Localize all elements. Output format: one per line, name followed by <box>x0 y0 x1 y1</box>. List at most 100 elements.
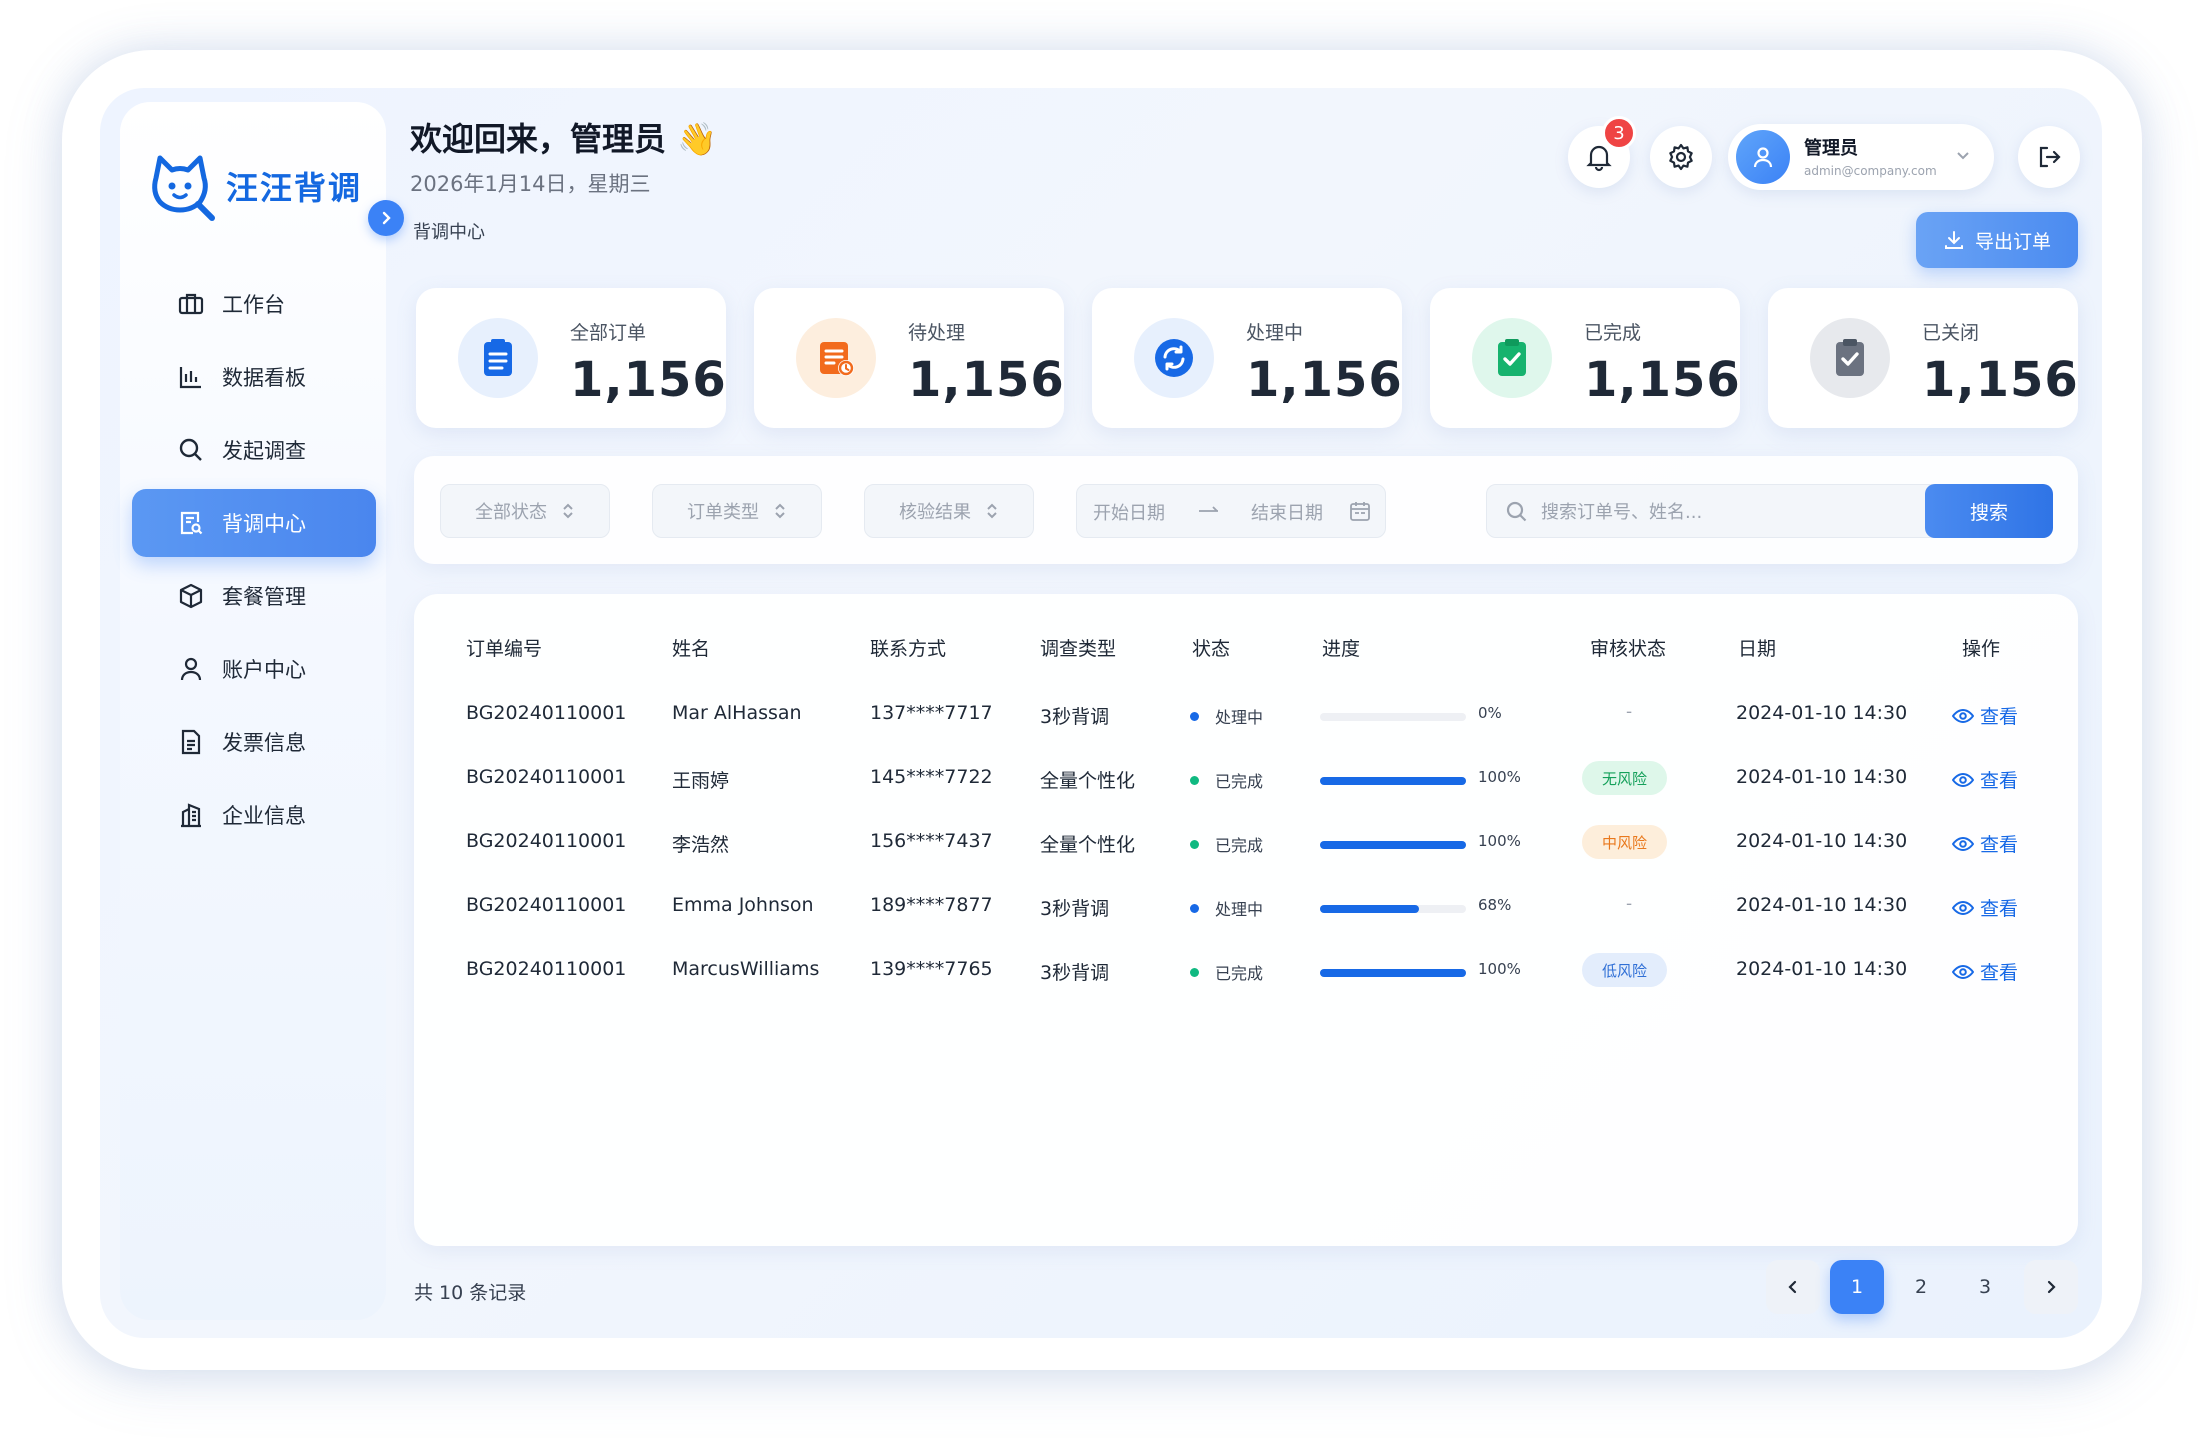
sidebar-item-label: 账户中心 <box>222 658 306 682</box>
end-date-field[interactable]: 结束日期 <box>1251 499 1323 525</box>
search-input[interactable] <box>1541 497 1841 527</box>
view-link[interactable]: 查看 <box>1952 894 2018 921</box>
col-header-order-id[interactable]: 订单编号 <box>466 634 542 661</box>
filter-bar: 全部状态 订单类型 核验结果 开始日期 结束日期 搜索 <box>414 456 2078 564</box>
page-button-2[interactable]: 2 <box>1894 1260 1948 1314</box>
sidebar-item-label: 数据看板 <box>222 366 306 390</box>
breadcrumb[interactable]: 背调中心 <box>413 218 485 244</box>
stat-value: 1,156 <box>908 352 1065 408</box>
col-header-status[interactable]: 状态 <box>1192 634 1230 661</box>
status-dot <box>1190 967 1199 977</box>
chevron-right-icon <box>2047 1280 2056 1294</box>
col-header-contact[interactable]: 联系方式 <box>870 634 946 661</box>
stat-card-pending[interactable]: 待处理 1,156 <box>754 288 1064 428</box>
sidebar-toggle-button[interactable] <box>368 200 404 236</box>
table-row[interactable]: BG20240110001 Mar AlHassan 137****7717 3… <box>414 682 2078 746</box>
view-label: 查看 <box>1980 834 2019 856</box>
next-page-button[interactable] <box>2024 1260 2078 1314</box>
sidebar-item-check-center[interactable]: 背调中心 <box>132 489 376 557</box>
sidebar-item-label: 发起调查 <box>222 439 306 463</box>
check-type: 3秒背调 <box>1040 706 1110 728</box>
logout-button[interactable] <box>2018 126 2080 188</box>
view-link[interactable]: 查看 <box>1952 766 2018 793</box>
sidebar-item-packages[interactable]: 套餐管理 <box>132 562 376 630</box>
notification-badge: 3 <box>1602 116 1636 150</box>
start-date-field[interactable]: 开始日期 <box>1093 499 1165 525</box>
search-button[interactable]: 搜索 <box>1925 484 2053 538</box>
progress-bar <box>1320 841 1466 849</box>
status-select[interactable]: 全部状态 <box>440 484 610 538</box>
view-label: 查看 <box>1980 770 2019 792</box>
progress-bar <box>1320 905 1466 913</box>
col-header-progress[interactable]: 进度 <box>1322 634 1360 661</box>
progress-label: 100% <box>1478 960 1521 978</box>
sidebar-item-invoice[interactable]: 发票信息 <box>132 708 376 776</box>
table-row[interactable]: BG20240110001 Emma Johnson 189****7877 3… <box>414 874 2078 938</box>
sidebar-item-label: 背调中心 <box>222 512 306 536</box>
col-header-type[interactable]: 调查类型 <box>1040 634 1116 661</box>
stat-card-processing[interactable]: 处理中 1,156 <box>1092 288 1402 428</box>
view-link[interactable]: 查看 <box>1952 830 2018 857</box>
stat-card-all[interactable]: 全部订单 1,156 <box>416 288 726 428</box>
export-label: 导出订单 <box>1974 230 2051 253</box>
sidebar-item-workbench[interactable]: 工作台 <box>132 270 376 338</box>
col-header-date[interactable]: 日期 <box>1738 634 1776 661</box>
verify-result-select[interactable]: 核验结果 <box>864 484 1034 538</box>
stat-value: 1,156 <box>570 352 727 408</box>
user-menu[interactable]: 管理员 admin@company.com <box>1728 124 1994 190</box>
logout-icon <box>2039 146 2061 168</box>
progress-bar <box>1320 969 1466 977</box>
search-icon <box>1506 501 1527 522</box>
building-icon <box>176 800 206 830</box>
chevron-down-icon <box>1957 152 1969 160</box>
page-button-1[interactable]: 1 <box>1830 1260 1884 1314</box>
sidebar-item-dashboard[interactable]: 数据看板 <box>132 343 376 411</box>
progress-label: 0% <box>1478 704 1502 722</box>
total-records: 共 10 条记录 <box>414 1282 527 1304</box>
order-id: BG20240110001 <box>466 958 627 980</box>
settings-button[interactable] <box>1650 126 1712 188</box>
candidate-name: 王雨婷 <box>672 770 730 792</box>
progress-fill <box>1320 969 1466 977</box>
prev-page-button[interactable] <box>1766 1260 1820 1314</box>
notification-button[interactable]: 3 <box>1568 116 1636 188</box>
progress-label: 100% <box>1478 832 1521 850</box>
invoice-icon <box>176 727 206 757</box>
review-empty: - <box>1626 702 1633 722</box>
order-date: 2024-01-10 14:30 <box>1736 830 1908 852</box>
page-button-3[interactable]: 3 <box>1958 1260 2012 1314</box>
chevron-updown-icon <box>987 503 997 519</box>
view-label: 查看 <box>1980 706 2019 728</box>
stat-card-completed[interactable]: 已完成 1,156 <box>1430 288 1740 428</box>
view-label: 查看 <box>1980 898 2019 920</box>
stat-value: 1,156 <box>1246 352 1403 408</box>
status-text: 已完成 <box>1215 836 1264 855</box>
progress-label: 100% <box>1478 768 1521 786</box>
gear-icon <box>1669 143 1693 171</box>
table-row[interactable]: BG20240110001 王雨婷 145****7722 全量个性化 已完成 … <box>414 746 2078 810</box>
view-link[interactable]: 查看 <box>1952 702 2018 729</box>
dog-logo-icon <box>152 155 215 221</box>
progress-label: 68% <box>1478 896 1512 914</box>
status-badge: 已完成 <box>1190 768 1263 792</box>
sidebar-nav: 工作台 数据看板 发起调查 背调中心 套餐管理 账户中心 发票信息 企业信息 <box>132 270 376 854</box>
chevron-updown-icon <box>775 503 785 519</box>
stat-label: 待处理 <box>908 322 966 344</box>
col-header-name[interactable]: 姓名 <box>672 634 710 661</box>
eye-icon <box>1952 708 1974 723</box>
page-greeting: 欢迎回来，管理员 👋 <box>410 114 717 160</box>
order-type-select[interactable]: 订单类型 <box>652 484 822 538</box>
sidebar-item-account[interactable]: 账户中心 <box>132 635 376 703</box>
table-row[interactable]: BG20240110001 李浩然 156****7437 全量个性化 已完成 … <box>414 810 2078 874</box>
status-text: 处理中 <box>1215 708 1264 727</box>
sidebar-item-company[interactable]: 企业信息 <box>132 781 376 849</box>
sidebar-item-start-investigation[interactable]: 发起调查 <box>132 416 376 484</box>
brand-logo[interactable]: 汪汪背调 <box>146 150 362 222</box>
col-header-review[interactable]: 审核状态 <box>1590 634 1666 661</box>
view-link[interactable]: 查看 <box>1952 958 2018 985</box>
date-range-picker[interactable]: 开始日期 结束日期 <box>1076 484 1386 538</box>
table-row[interactable]: BG20240110001 MarcusWilliams 139****7765… <box>414 938 2078 1002</box>
export-orders-button[interactable]: 导出订单 <box>1916 212 2078 268</box>
stat-card-closed[interactable]: 已关闭 1,156 <box>1768 288 2078 428</box>
pending-doc-icon <box>796 318 876 398</box>
